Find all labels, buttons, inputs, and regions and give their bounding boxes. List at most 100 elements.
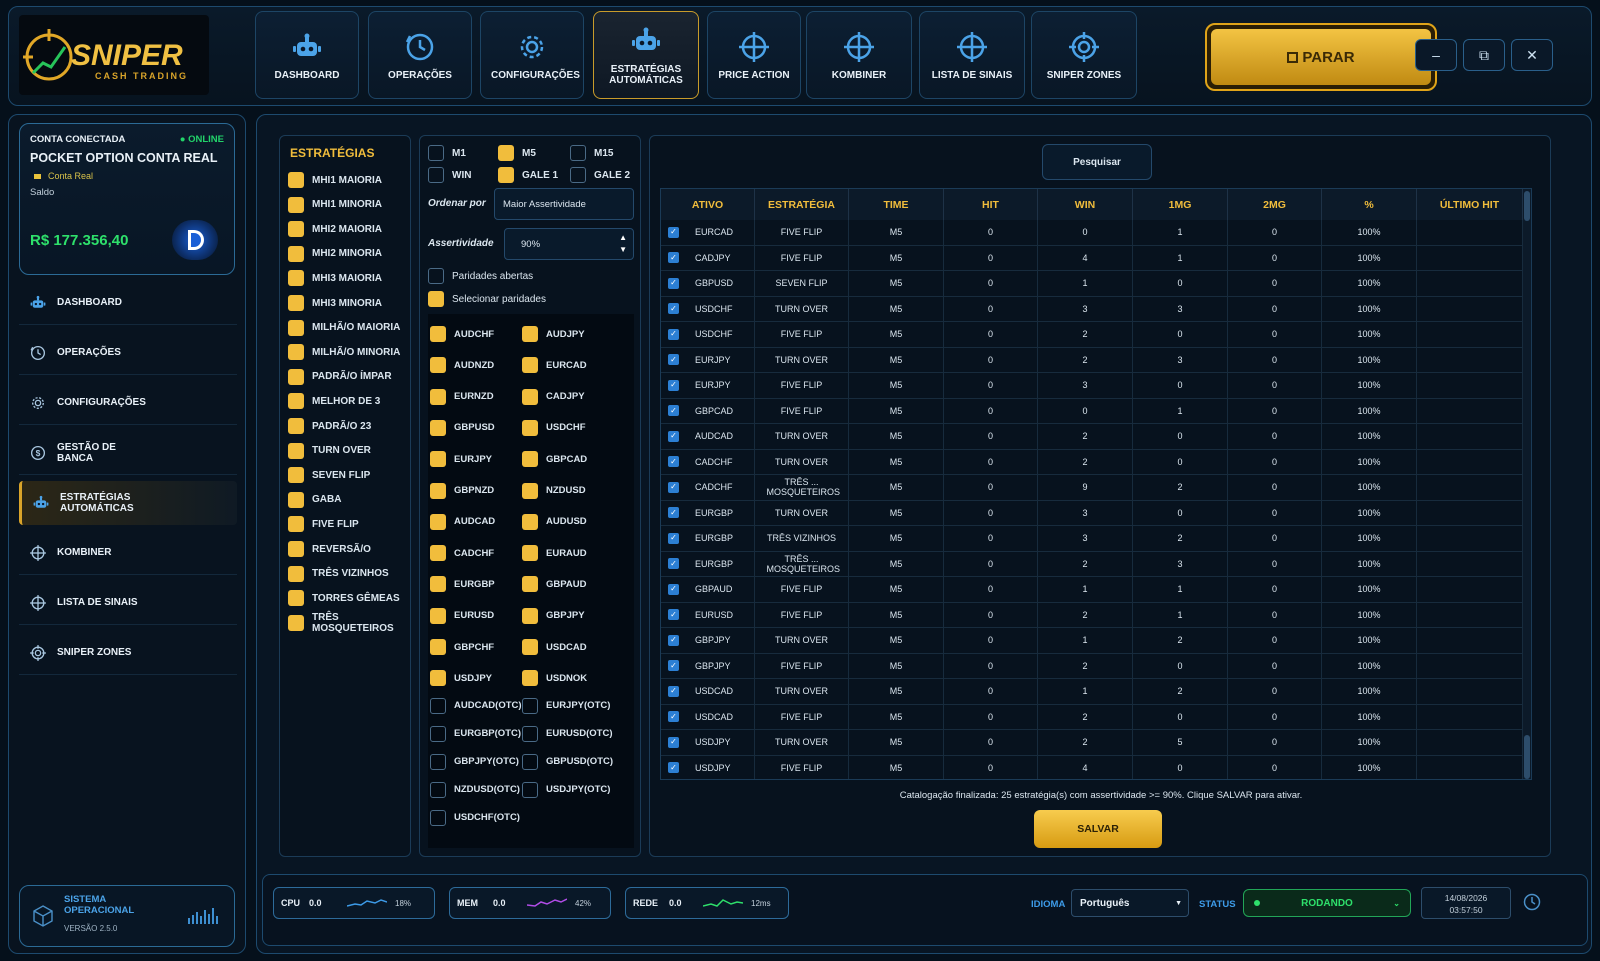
spinner-arrows-icon[interactable]: ▲ ▼ bbox=[619, 232, 627, 256]
column-header[interactable]: % bbox=[1322, 189, 1417, 220]
table-row[interactable]: ✓ USDCHF TURN OVER M5 0 3 3 0 100% bbox=[661, 296, 1523, 322]
pair-checkbox[interactable] bbox=[430, 388, 446, 405]
column-header[interactable]: WIN bbox=[1038, 189, 1133, 220]
strategy-option[interactable]: TRÊS MOSQUETEIROS bbox=[288, 611, 410, 635]
pair-checkbox[interactable] bbox=[522, 326, 538, 342]
pair-option[interactable]: EURJPY(OTC) bbox=[522, 696, 610, 716]
timeframe-option[interactable]: WIN bbox=[428, 166, 471, 184]
strategy-checkbox[interactable] bbox=[288, 491, 304, 508]
strategy-option[interactable]: MHI2 MAIORIA bbox=[288, 217, 382, 241]
table-row[interactable]: ✓ USDCHF FIVE FLIP M5 0 2 0 0 100% bbox=[661, 322, 1523, 348]
table-row[interactable]: ✓ CADCHF TURN OVER M5 0 2 0 0 100% bbox=[661, 449, 1523, 475]
sidebar-item-sniper-zones[interactable]: SNIPER ZONES bbox=[19, 631, 237, 675]
column-header[interactable]: ÚLTIMO HIT bbox=[1417, 189, 1523, 220]
row-checkbox[interactable]: ✓ bbox=[668, 481, 679, 493]
table-row[interactable]: ✓ AUDCAD TURN OVER M5 0 2 0 0 100% bbox=[661, 424, 1523, 450]
pair-checkbox[interactable] bbox=[522, 753, 538, 770]
pair-option[interactable]: USDJPY(OTC) bbox=[522, 780, 610, 800]
pair-option[interactable]: CADJPY bbox=[522, 387, 585, 407]
pair-checkbox[interactable] bbox=[430, 725, 446, 742]
table-row[interactable]: ✓ EURGBP TURN OVER M5 0 3 0 0 100% bbox=[661, 500, 1523, 526]
scrollbar-thumb-top[interactable] bbox=[1524, 191, 1530, 221]
row-checkbox[interactable]: ✓ bbox=[668, 634, 679, 646]
row-checkbox[interactable]: ✓ bbox=[668, 405, 679, 417]
status-badge[interactable]: RODANDO ⌄ bbox=[1243, 889, 1411, 917]
row-checkbox[interactable]: ✓ bbox=[668, 456, 679, 468]
table-row[interactable]: ✓ EURJPY TURN OVER M5 0 2 3 0 100% bbox=[661, 347, 1523, 373]
sidebar-item-gest-o-de-banca[interactable]: $ GESTÃO DE BANCA bbox=[19, 431, 237, 475]
table-row[interactable]: ✓ EURJPY FIVE FLIP M5 0 3 0 0 100% bbox=[661, 373, 1523, 399]
table-row[interactable]: ✓ EURCAD FIVE FLIP M5 0 0 1 0 100% bbox=[661, 220, 1523, 246]
timeframe-option[interactable]: M5 bbox=[498, 144, 536, 162]
row-checkbox[interactable]: ✓ bbox=[668, 277, 679, 289]
pair-checkbox[interactable] bbox=[430, 753, 446, 770]
restore-button[interactable]: ⧉ bbox=[1463, 39, 1505, 71]
nav-kombiner[interactable]: KOMBINER bbox=[806, 11, 912, 99]
strategy-checkbox[interactable] bbox=[288, 172, 304, 188]
table-row[interactable]: ✓ GBPUSD SEVEN FLIP M5 0 1 0 0 100% bbox=[661, 271, 1523, 297]
strategy-checkbox[interactable] bbox=[288, 516, 304, 533]
strategy-option[interactable]: MHI1 MINORIA bbox=[288, 193, 382, 217]
strategy-option[interactable]: PADRÃ/O 23 bbox=[288, 414, 371, 438]
column-header[interactable]: 1MG bbox=[1133, 189, 1228, 220]
column-header[interactable]: HIT bbox=[944, 189, 1038, 220]
pair-option[interactable]: USDCHF(OTC) bbox=[430, 808, 520, 828]
pair-checkbox[interactable] bbox=[522, 482, 538, 499]
pair-option[interactable]: EURUSD(OTC) bbox=[522, 724, 613, 744]
strategy-checkbox[interactable] bbox=[288, 245, 304, 262]
row-checkbox[interactable]: ✓ bbox=[668, 379, 679, 391]
table-row[interactable]: ✓ EURGBP TRÊS ... MOSQUETEIROS M5 0 2 3 0 100% bbox=[661, 551, 1523, 577]
table-row[interactable]: ✓ CADJPY FIVE FLIP M5 0 4 1 0 100% bbox=[661, 245, 1523, 271]
pair-option[interactable]: USDCAD bbox=[522, 637, 587, 657]
pair-option[interactable]: USDCHF bbox=[522, 418, 586, 438]
pair-checkbox[interactable] bbox=[522, 513, 538, 530]
pair-option[interactable]: EURUSD bbox=[430, 606, 494, 626]
pair-checkbox[interactable] bbox=[522, 697, 538, 714]
strategy-option[interactable]: MHI3 MAIORIA bbox=[288, 266, 382, 290]
timeframe-checkbox[interactable] bbox=[570, 145, 586, 161]
table-row[interactable]: ✓ USDJPY FIVE FLIP M5 0 4 0 0 100% bbox=[661, 755, 1523, 779]
nav-estrat-gias-autom-ticas[interactable]: ESTRATÉGIAS AUTOMÁTICAS bbox=[593, 11, 699, 99]
strategy-option[interactable]: FIVE FLIP bbox=[288, 512, 359, 536]
nav-dashboard[interactable]: DASHBOARD bbox=[255, 11, 359, 99]
strategy-option[interactable]: SEVEN FLIP bbox=[288, 463, 370, 487]
strategy-checkbox[interactable] bbox=[288, 565, 304, 582]
pair-checkbox[interactable] bbox=[430, 639, 446, 655]
timeframe-checkbox[interactable] bbox=[428, 167, 444, 183]
nav-lista-de-sinais[interactable]: LISTA DE SINAIS bbox=[919, 11, 1025, 99]
nav-sniper-zones[interactable]: SNIPER ZONES bbox=[1031, 11, 1137, 99]
strategy-checkbox[interactable] bbox=[288, 295, 304, 311]
pair-option[interactable]: EURCAD bbox=[522, 355, 587, 375]
pair-option[interactable]: EURJPY bbox=[430, 449, 492, 469]
pair-option[interactable]: NZDUSD(OTC) bbox=[430, 780, 520, 800]
column-header[interactable]: 2MG bbox=[1228, 189, 1322, 220]
strategy-checkbox[interactable] bbox=[288, 221, 304, 238]
row-checkbox[interactable]: ✓ bbox=[668, 354, 679, 366]
strategy-option[interactable]: GABA bbox=[288, 488, 341, 512]
row-checkbox[interactable]: ✓ bbox=[668, 685, 679, 697]
table-row[interactable]: ✓ GBPJPY FIVE FLIP M5 0 2 0 0 100% bbox=[661, 653, 1523, 679]
sidebar-item-opera-es[interactable]: OPERAÇÕES bbox=[19, 331, 237, 375]
strategy-checkbox[interactable] bbox=[288, 467, 304, 484]
timeframe-checkbox[interactable] bbox=[498, 167, 514, 183]
strategy-checkbox[interactable] bbox=[288, 196, 304, 213]
stop-button[interactable]: PARAR bbox=[1205, 23, 1437, 91]
row-checkbox[interactable]: ✓ bbox=[668, 303, 679, 315]
search-button[interactable]: Pesquisar bbox=[1042, 144, 1152, 180]
pair-option[interactable]: AUDJPY bbox=[522, 324, 585, 344]
strategy-option[interactable]: MHI2 MINORIA bbox=[288, 242, 382, 266]
pair-option[interactable]: EURGBP(OTC) bbox=[430, 724, 521, 744]
strategy-option[interactable]: MELHOR DE 3 bbox=[288, 389, 380, 413]
pair-checkbox[interactable] bbox=[522, 357, 538, 374]
pair-checkbox[interactable] bbox=[430, 607, 446, 624]
pair-option[interactable]: AUDNZD bbox=[430, 355, 494, 375]
pair-option[interactable]: EURAUD bbox=[522, 543, 587, 563]
nav-price-action[interactable]: PRICE ACTION bbox=[707, 11, 801, 99]
pair-checkbox[interactable] bbox=[430, 513, 446, 530]
strategy-checkbox[interactable] bbox=[288, 270, 304, 287]
timeframe-option[interactable]: GALE 2 bbox=[570, 166, 630, 184]
pair-checkbox[interactable] bbox=[522, 576, 538, 593]
strategy-checkbox[interactable] bbox=[288, 442, 304, 459]
pair-checkbox[interactable] bbox=[522, 451, 538, 468]
row-checkbox[interactable]: ✓ bbox=[668, 609, 679, 621]
